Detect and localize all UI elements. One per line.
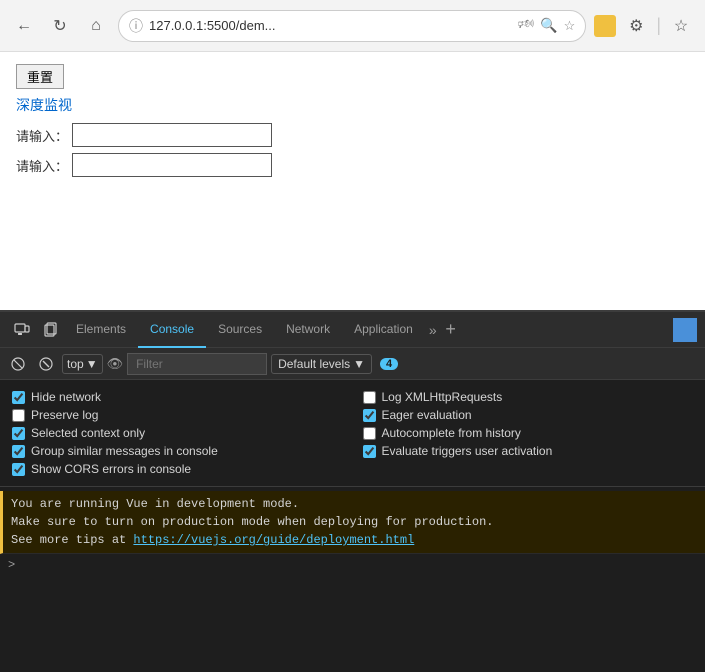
setting-eager-eval: Eager evaluation <box>363 406 694 424</box>
preserve-log-label: Preserve log <box>31 408 98 422</box>
eval-triggers-label: Evaluate triggers user activation <box>382 444 553 458</box>
setting-selected-context: Selected context only <box>12 424 343 442</box>
levels-label: Default levels <box>278 357 350 371</box>
console-line1: You are running Vue in development mode. <box>11 497 299 511</box>
setting-cors-errors: Show CORS errors in console <box>12 460 343 478</box>
browser-chrome: ← ↻ ⌂ ⓘ 127.0.0.1:5500/dem... 🕬 🔍 ☆ ⚙ | … <box>0 0 705 52</box>
tab-network[interactable]: Network <box>274 312 342 348</box>
zoom-icon: 🔍 <box>540 17 557 34</box>
setting-autocomplete-history: Autocomplete from history <box>363 424 694 442</box>
tab-sources[interactable]: Sources <box>206 312 274 348</box>
tabs-more-button[interactable]: » <box>429 322 437 338</box>
devtools-copy-icon[interactable] <box>36 316 64 344</box>
tab-elements[interactable]: Elements <box>64 312 138 348</box>
star-icon: ☆ <box>564 18 576 34</box>
console-message-vue: You are running Vue in development mode.… <box>0 491 705 554</box>
input-row-2: 请输入： <box>16 153 689 177</box>
stop-button[interactable] <box>34 352 58 376</box>
read-aloud-icon: 🕬 <box>518 15 535 37</box>
favorites-button[interactable]: ☆ <box>667 12 695 40</box>
selected-context-label: Selected context only <box>31 426 145 440</box>
address-bar[interactable]: ⓘ 127.0.0.1:5500/dem... 🕬 🔍 ☆ <box>118 10 586 42</box>
console-line2: Make sure to turn on production mode whe… <box>11 515 493 529</box>
settings-right: Log XMLHttpRequests Eager evaluation Aut… <box>363 388 694 478</box>
console-output: You are running Vue in development mode.… <box>0 487 705 672</box>
settings-left: Hide network Preserve log Selected conte… <box>12 388 343 478</box>
reload-button[interactable]: ↻ <box>46 12 74 40</box>
back-button[interactable]: ← <box>10 12 38 40</box>
separator: | <box>656 15 661 36</box>
setting-log-xhr: Log XMLHttpRequests <box>363 388 694 406</box>
console-prompt[interactable]: > <box>0 554 705 576</box>
input1-field[interactable] <box>72 123 272 147</box>
tab-add-button[interactable]: + <box>439 318 463 342</box>
cors-errors-label: Show CORS errors in console <box>31 462 191 476</box>
tab-console[interactable]: Console <box>138 312 206 348</box>
input-row-1: 请输入： <box>16 123 689 147</box>
context-label: top <box>67 357 84 371</box>
console-link[interactable]: https://vuejs.org/guide/deployment.html <box>133 533 414 547</box>
levels-chevron-icon: ▼ <box>353 357 365 371</box>
devtools-tabs: Elements Console Sources Network Applica… <box>0 312 705 348</box>
message-count-badge: 4 <box>380 358 398 370</box>
devtools-panel: Elements Console Sources Network Applica… <box>0 310 705 672</box>
browser-actions: ⚙ | ☆ <box>594 12 695 40</box>
setting-preserve-log: Preserve log <box>12 406 343 424</box>
setting-group-similar: Group similar messages in console <box>12 442 343 460</box>
edge-devtools-button[interactable] <box>673 318 697 342</box>
page-content: 重置 深度监视 请输入： 请输入： <box>0 52 705 310</box>
devtools-device-icon[interactable] <box>8 316 36 344</box>
cors-errors-checkbox[interactable] <box>12 463 25 476</box>
clear-console-button[interactable] <box>6 352 30 376</box>
url-text: 127.0.0.1:5500/dem... <box>149 18 275 33</box>
hide-network-checkbox[interactable] <box>12 391 25 404</box>
input2-field[interactable] <box>72 153 272 177</box>
tab-application[interactable]: Application <box>342 312 425 348</box>
deep-monitor-label: 深度监视 <box>16 95 689 115</box>
info-icon: ⓘ <box>129 16 143 36</box>
extensions-button[interactable]: ⚙ <box>622 12 650 40</box>
input2-label: 请输入： <box>16 156 68 175</box>
preserve-log-checkbox[interactable] <box>12 409 25 422</box>
setting-hide-network: Hide network <box>12 388 343 406</box>
eye-icon[interactable]: 👁 <box>107 356 124 372</box>
prompt-arrow-icon: > <box>8 558 15 572</box>
group-similar-checkbox[interactable] <box>12 445 25 458</box>
levels-dropdown[interactable]: Default levels ▼ <box>271 354 372 374</box>
profile-icon[interactable] <box>594 15 616 37</box>
group-similar-label: Group similar messages in console <box>31 444 218 458</box>
selected-context-checkbox[interactable] <box>12 427 25 440</box>
log-xhr-checkbox[interactable] <box>363 391 376 404</box>
console-filter-bar: top ▼ 👁 Default levels ▼ 4 <box>0 348 705 380</box>
settings-panel: Hide network Preserve log Selected conte… <box>0 380 705 487</box>
context-selector[interactable]: top ▼ <box>62 354 103 374</box>
eval-triggers-checkbox[interactable] <box>363 445 376 458</box>
autocomplete-history-checkbox[interactable] <box>363 427 376 440</box>
console-line3-prefix: See more tips at <box>11 533 133 547</box>
reset-button[interactable]: 重置 <box>16 64 64 89</box>
home-button[interactable]: ⌂ <box>82 12 110 40</box>
context-dropdown-icon: ▼ <box>86 357 98 371</box>
setting-eval-triggers: Evaluate triggers user activation <box>363 442 694 460</box>
autocomplete-history-label: Autocomplete from history <box>382 426 521 440</box>
hide-network-label: Hide network <box>31 390 101 404</box>
filter-input[interactable] <box>127 353 267 375</box>
log-xhr-label: Log XMLHttpRequests <box>382 390 503 404</box>
eager-eval-checkbox[interactable] <box>363 409 376 422</box>
input1-label: 请输入： <box>16 126 68 145</box>
eager-eval-label: Eager evaluation <box>382 408 472 422</box>
